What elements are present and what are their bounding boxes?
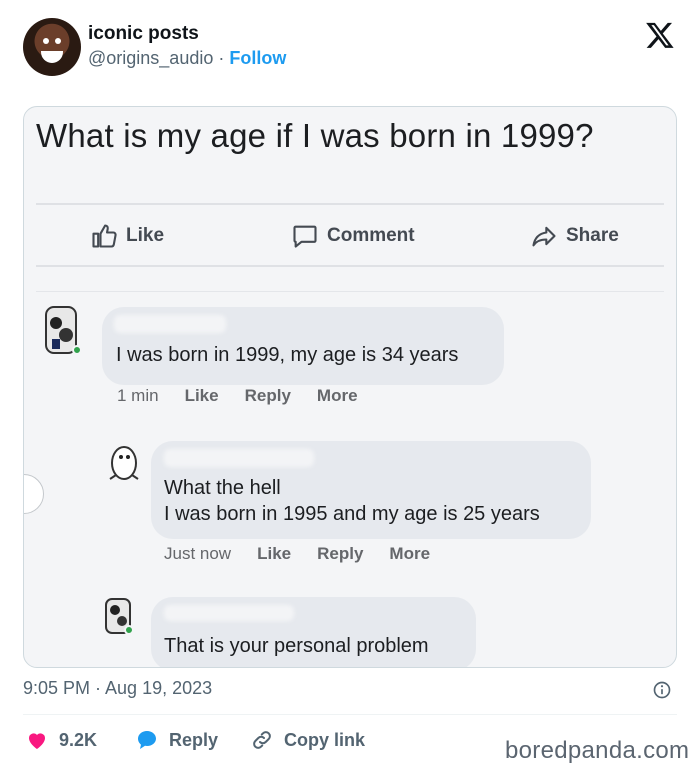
commenter-avatar-2[interactable] — [104, 597, 144, 649]
divider-bottom — [36, 265, 664, 267]
like-action[interactable]: Like — [90, 222, 164, 250]
thumbs-up-icon — [92, 224, 117, 248]
reply-label: Reply — [169, 729, 219, 750]
reply-button[interactable]: Reply — [135, 728, 218, 752]
copy-link-label: Copy link — [284, 729, 366, 750]
comment-action[interactable]: Comment — [291, 222, 415, 250]
info-icon[interactable] — [652, 680, 672, 700]
handle-separator: · — [213, 48, 230, 68]
penguin-avatar[interactable] — [104, 441, 144, 493]
share-action-label: Share — [566, 225, 619, 246]
question-text: What is my age if I was born in 1999? — [36, 117, 594, 154]
author-name[interactable]: iconic posts — [88, 23, 199, 45]
post-image-card[interactable]: What is my age if I was born in 1999? Li… — [23, 106, 677, 668]
link-icon — [253, 731, 271, 749]
commenter-avatar[interactable] — [42, 305, 82, 357]
follow-button[interactable]: Follow — [229, 48, 286, 68]
scroll-handle[interactable] — [24, 474, 44, 514]
reply-bubble-icon — [138, 731, 156, 749]
blurred-name-3 — [164, 605, 294, 621]
comment-meta-1: 1 min Like Reply More — [117, 386, 358, 406]
like-action-label: Like — [126, 225, 165, 246]
comment-more-2[interactable]: More — [389, 544, 430, 564]
like-button[interactable]: 9.2K — [25, 728, 97, 752]
post-timestamp[interactable]: 9:05 PM · Aug 19, 2023 — [23, 678, 212, 699]
online-indicator-2 — [124, 625, 134, 635]
heart-icon — [29, 733, 45, 749]
like-count: 9.2K — [59, 729, 98, 750]
comment-text-1: I was born in 1999, my age is 34 years — [116, 344, 459, 366]
divider-thin — [36, 291, 664, 292]
comment-time-1: 1 min — [117, 386, 159, 405]
footer-divider — [23, 714, 677, 715]
watermark: boredpanda.com — [505, 737, 690, 764]
author-avatar[interactable] — [23, 18, 81, 76]
comment-like-1[interactable]: Like — [185, 386, 219, 406]
comment-text-3: That is your personal problem — [164, 635, 429, 657]
author-handle[interactable]: @origins_audio — [88, 48, 213, 68]
blurred-name-1 — [114, 315, 226, 333]
comment-time-2: Just now — [164, 544, 232, 563]
author-handle-row: @origins_audio · Follow — [88, 48, 286, 69]
facebook-actions-bar: Like Comment Share — [24, 212, 676, 264]
blurred-name-2 — [164, 449, 314, 467]
comment-text-2b: I was born in 1995 and my age is 25 year… — [164, 503, 540, 525]
comment-icon — [293, 225, 317, 248]
comment-text-2a: What the hell — [164, 477, 281, 499]
copy-link-button[interactable]: Copy link — [250, 728, 365, 752]
comment-reply-2[interactable]: Reply — [317, 544, 363, 564]
share-action[interactable]: Share — [530, 222, 619, 250]
comment-like-2[interactable]: Like — [257, 544, 291, 564]
share-arrow-icon — [532, 226, 556, 247]
comment-action-label: Comment — [327, 225, 415, 246]
x-logo-icon[interactable] — [645, 20, 675, 50]
tweet-header: iconic posts @origins_audio · Follow — [23, 18, 683, 78]
comment-more-1[interactable]: More — [317, 386, 358, 406]
online-indicator — [72, 345, 82, 355]
divider-top — [36, 203, 664, 205]
comment-meta-2: Just now Like Reply More — [164, 544, 430, 564]
comment-reply-1[interactable]: Reply — [245, 386, 291, 406]
